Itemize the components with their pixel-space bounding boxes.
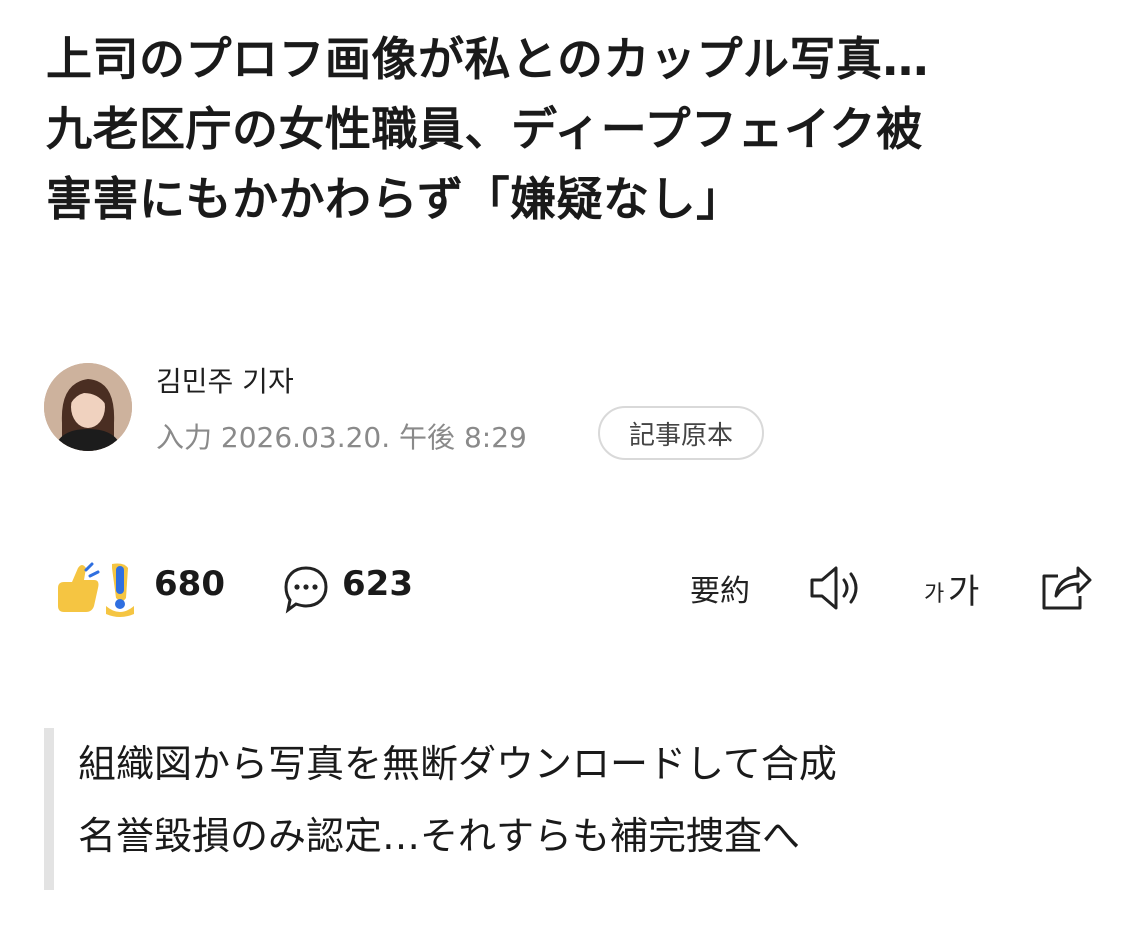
reporter-avatar[interactable] [44, 363, 132, 451]
font-size-small-label: 가 [924, 582, 945, 607]
publish-datetime: 2026.03.20. 午後 8:29 [220, 421, 527, 454]
publish-info: 入力 2026.03.20. 午後 8:29 [156, 416, 527, 456]
speaker-icon[interactable] [808, 564, 868, 612]
headline-line: 害害にもかかわらず「嫌疑なし」 [46, 172, 743, 226]
reaction-count: 680 [154, 564, 225, 604]
comment-summary[interactable]: 623 [282, 560, 422, 620]
summary-button[interactable]: 要約 [690, 566, 750, 610]
input-label: 入力 [156, 421, 213, 454]
original-article-button[interactable]: 記事原本 [598, 406, 764, 460]
comment-count: 623 [342, 564, 413, 604]
article-headline: 上司のプロフ画像が私とのカップル写真… 九老区庁の女性職員、ディープフェイク被 … [46, 24, 1106, 234]
headline-line: 九老区庁の女性職員、ディープフェイク被 [46, 102, 923, 156]
headline-line: 上司のプロフ画像が私とのカップル写真… [46, 32, 930, 86]
subtitle-line: 組織図から写真を無断ダウンロードして合成 [78, 742, 837, 786]
reporter-photo [44, 363, 132, 451]
font-size-large-label: 가 [948, 572, 980, 612]
font-size-icon[interactable]: 가 가 [924, 562, 994, 612]
article-subtitle: 組織図から写真を無断ダウンロードして合成 名誉毀損のみ認定…それすらも補完捜査へ [44, 728, 1044, 890]
share-icon[interactable] [1038, 562, 1094, 612]
thumbs-up-exclamation-icon [58, 562, 134, 617]
subtitle-line: 名誉毀損のみ認定…それすらも補完捜査へ [78, 814, 801, 858]
reporter-name[interactable]: 김민주 기자 [156, 360, 294, 400]
speech-bubble-icon [284, 566, 328, 614]
